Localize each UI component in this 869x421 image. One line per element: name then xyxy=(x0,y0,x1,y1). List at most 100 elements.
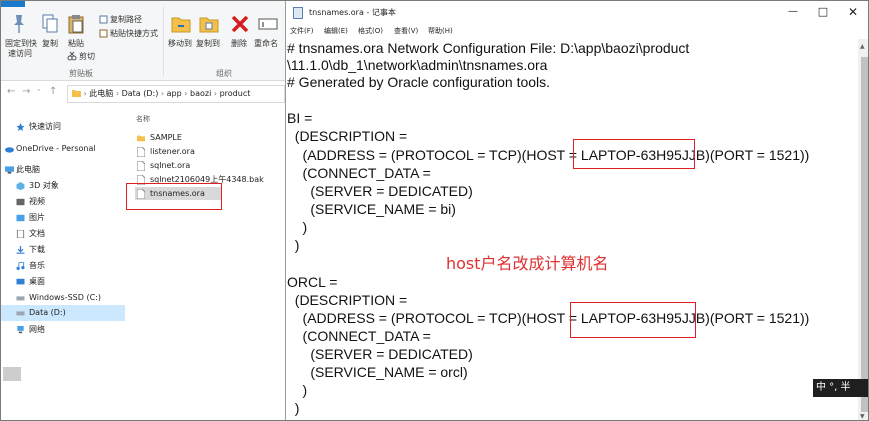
text-line: (CONNECT_DATA = xyxy=(287,165,431,181)
nav-item-downloads[interactable]: 下载 xyxy=(1,242,125,258)
text-line: ) xyxy=(287,237,300,253)
scrollbar-thumb[interactable] xyxy=(861,57,868,412)
minimize-icon[interactable]: — xyxy=(783,5,803,19)
video-icon xyxy=(16,198,25,206)
text-line: (SERVER = DEDICATED) xyxy=(287,346,473,362)
copy-to-button[interactable]: 复制到 xyxy=(194,39,222,49)
address-bar[interactable]: › 此电脑 › Data (D:) › app › baozi › produc… xyxy=(67,85,285,103)
nav-item-this-pc[interactable]: 此电脑 xyxy=(1,162,125,178)
nav-item-pictures[interactable]: 图片 xyxy=(1,210,125,226)
nav-item-3d-objects[interactable]: 3D 对象 xyxy=(1,178,125,194)
highlight-box-host-bi xyxy=(573,139,695,169)
nav-label: 视频 xyxy=(29,197,45,206)
scroll-down-icon[interactable]: ▼ xyxy=(860,413,865,420)
menu-file[interactable]: 文件(F) xyxy=(290,25,314,37)
copy-icon xyxy=(42,14,58,33)
nav-item-documents[interactable]: 文档 xyxy=(1,226,125,242)
cube-icon xyxy=(16,182,25,190)
close-icon[interactable]: ✕ xyxy=(843,5,863,19)
window-title: tnsnames.ora - 记事本 xyxy=(309,8,396,17)
cut-button[interactable]: 剪切 xyxy=(79,52,95,62)
text-line: (DESCRIPTION = xyxy=(287,128,408,144)
file-item-listener[interactable]: listener.ora xyxy=(135,145,275,158)
download-icon xyxy=(16,246,25,254)
nav-label: 3D 对象 xyxy=(29,181,59,190)
paste-icon xyxy=(68,15,84,34)
menu-view[interactable]: 查看(V) xyxy=(394,25,418,37)
back-arrow-icon[interactable]: ← xyxy=(7,86,15,97)
nav-item-windows-ssd[interactable]: Windows-SSD (C:) xyxy=(1,290,125,306)
file-icon xyxy=(137,147,145,157)
scroll-up-icon[interactable]: ▲ xyxy=(860,43,865,50)
chevron-down-icon[interactable]: ˅ xyxy=(37,89,41,97)
paste-shortcut-button[interactable]: 粘贴快捷方式 xyxy=(110,29,158,39)
menu-format[interactable]: 格式(O) xyxy=(358,25,383,37)
ime-indicator[interactable]: 中 °, 半 xyxy=(813,379,868,397)
nav-label: 网络 xyxy=(29,325,45,334)
up-arrow-icon[interactable]: ↑ xyxy=(49,86,57,97)
copy-path-button[interactable]: 复制路径 xyxy=(110,15,142,25)
file-name: sqlnet.ora xyxy=(150,161,191,170)
text-line: (CONNECT_DATA = xyxy=(287,328,431,344)
ribbon-separator xyxy=(163,7,164,77)
nav-item-desktop[interactable]: 桌面 xyxy=(1,274,125,290)
address-bar-row: ← → ˅ ↑ › 此电脑 › Data (D:) › app › baozi … xyxy=(1,85,285,103)
breadcrumb-baozi[interactable]: baozi xyxy=(190,89,211,98)
rename-icon xyxy=(258,18,278,30)
text-line: (SERVER = DEDICATED) xyxy=(287,183,473,199)
file-explorer-window: 固定到快 速访问 复制 粘贴 剪切 复制路径 粘贴快捷方式 移动到 复制到 删除… xyxy=(1,1,285,420)
clipboard-group-label: 剪贴板 xyxy=(69,69,93,78)
folder-icon xyxy=(137,135,145,142)
text-editor[interactable]: # tnsnames.ora Network Configuration Fil… xyxy=(286,39,858,420)
text-line: \11.1.0\db_1\network\admin\tnsnames.ora xyxy=(287,57,548,73)
nav-item-network[interactable]: 网络 xyxy=(1,322,125,338)
drive-icon xyxy=(16,296,25,301)
desktop-icon xyxy=(16,278,25,285)
text-line: ) xyxy=(287,382,308,398)
file-item-sqlnet[interactable]: sqlnet.ora xyxy=(135,159,275,172)
breadcrumb-product[interactable]: product xyxy=(220,89,251,98)
title-bar[interactable]: tnsnames.ora - 记事本 — □ ✕ xyxy=(286,1,868,25)
pin-icon xyxy=(14,15,24,33)
copy-to-icon xyxy=(199,17,219,33)
forward-arrow-icon[interactable]: → xyxy=(22,86,30,97)
delete-button[interactable]: 删除 xyxy=(228,39,250,49)
rename-button[interactable]: 重命名 xyxy=(254,39,284,49)
breadcrumb-data-drive[interactable]: Data (D:) xyxy=(122,89,159,98)
copy-button[interactable]: 复制 xyxy=(39,39,61,49)
nav-label: 桌面 xyxy=(29,277,45,286)
text-line: ) xyxy=(287,400,300,416)
file-icon xyxy=(137,161,145,171)
move-to-button[interactable]: 移动到 xyxy=(166,39,194,49)
file-name: listener.ora xyxy=(150,147,195,156)
paste-button[interactable]: 粘贴 xyxy=(65,39,87,49)
drive-icon xyxy=(16,311,25,316)
menu-edit[interactable]: 编辑(E) xyxy=(324,25,348,37)
nav-item-videos[interactable]: 视频 xyxy=(1,194,125,210)
pin-label-2: 速访问 xyxy=(8,49,32,58)
file-tab[interactable] xyxy=(1,1,25,7)
nav-label: 图片 xyxy=(29,213,45,222)
notepad-window: tnsnames.ora - 记事本 — □ ✕ 文件(F) 编辑(E) 格式(… xyxy=(285,1,868,420)
breadcrumb-this-pc[interactable]: 此电脑 xyxy=(89,89,113,98)
text-line: # Generated by Oracle configuration tool… xyxy=(287,74,551,90)
menu-help[interactable]: 帮助(H) xyxy=(428,25,453,37)
vertical-scrollbar[interactable]: ▲ ▼ xyxy=(858,39,868,420)
file-list-pane: 名称 SAMPLE listener.ora sqlnet.ora sqlnet… xyxy=(129,109,285,420)
nav-item-music[interactable]: 音乐 xyxy=(1,258,125,274)
maximize-icon[interactable]: □ xyxy=(813,5,833,19)
star-icon xyxy=(16,123,25,131)
column-header-name[interactable]: 名称 xyxy=(136,114,150,124)
pin-quick-access-button[interactable]: 固定到快 速访问 xyxy=(5,39,37,59)
breadcrumb-app[interactable]: app xyxy=(167,89,182,98)
folder-icon xyxy=(72,90,81,97)
nav-item-onedrive[interactable]: OneDrive - Personal xyxy=(1,141,125,157)
nav-scrollbar-thumb[interactable] xyxy=(3,367,21,381)
file-item-sample[interactable]: SAMPLE xyxy=(135,131,275,144)
nav-label: 音乐 xyxy=(29,261,45,270)
organize-group-label: 组织 xyxy=(216,69,232,78)
nav-item-data-drive[interactable]: Data (D:) xyxy=(1,305,125,321)
text-line: (DESCRIPTION = xyxy=(287,292,408,308)
document-icon xyxy=(16,230,25,238)
nav-item-quick-access[interactable]: 快速访问 xyxy=(1,119,125,135)
